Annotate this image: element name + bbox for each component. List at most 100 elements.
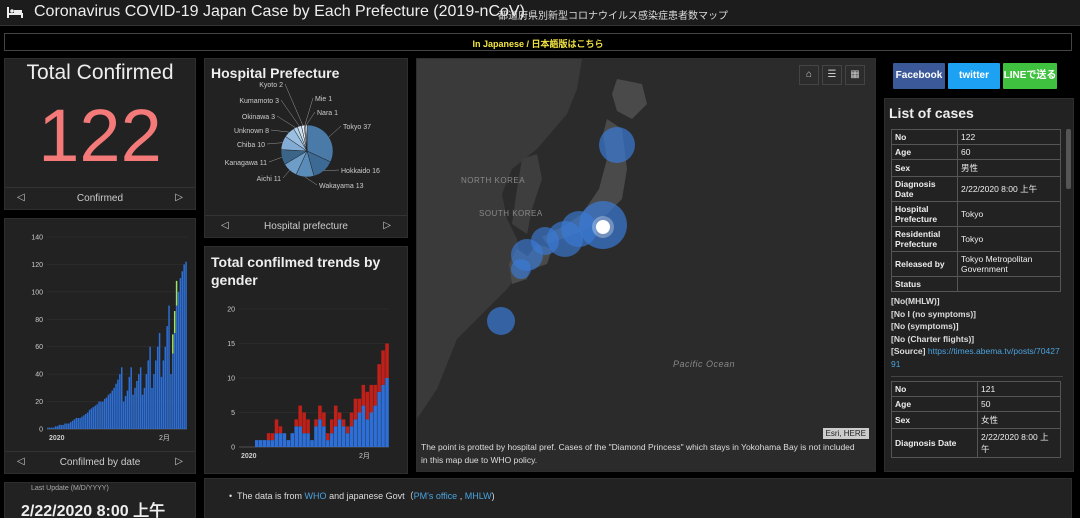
bar[interactable] <box>113 387 115 429</box>
bar[interactable] <box>341 419 346 427</box>
bar[interactable] <box>132 394 134 429</box>
bar[interactable] <box>54 426 57 429</box>
bar[interactable] <box>75 418 78 429</box>
bar[interactable] <box>326 433 330 441</box>
bar[interactable] <box>258 440 263 447</box>
bar[interactable] <box>329 433 334 447</box>
bar[interactable] <box>73 419 76 429</box>
bar[interactable] <box>298 405 302 427</box>
bar[interactable] <box>361 405 366 447</box>
bar[interactable] <box>64 423 66 429</box>
bar[interactable] <box>294 426 299 447</box>
bar[interactable] <box>357 398 362 413</box>
facebook-share-button[interactable]: Facebook <box>893 63 945 89</box>
bar[interactable] <box>52 427 55 429</box>
bar[interactable] <box>183 264 185 429</box>
bar[interactable] <box>274 419 279 434</box>
bar[interactable] <box>266 440 271 447</box>
scrollbar-thumb[interactable] <box>1066 129 1071 189</box>
bar[interactable] <box>302 433 306 447</box>
bar[interactable] <box>349 412 354 427</box>
bar[interactable] <box>156 346 159 429</box>
bar[interactable] <box>134 387 136 429</box>
bar[interactable] <box>385 343 389 379</box>
bar[interactable] <box>86 412 89 429</box>
bar[interactable] <box>185 261 187 429</box>
bar[interactable] <box>92 407 95 429</box>
bar[interactable] <box>318 419 322 447</box>
bar[interactable] <box>254 440 259 447</box>
bar[interactable] <box>278 433 283 447</box>
bar[interactable] <box>128 376 131 429</box>
bar[interactable] <box>333 405 338 427</box>
bar[interactable] <box>274 433 279 447</box>
bar[interactable] <box>322 412 326 427</box>
bar[interactable] <box>353 398 358 420</box>
bar[interactable] <box>175 305 178 429</box>
bar[interactable] <box>314 419 318 427</box>
bar[interactable] <box>270 433 275 441</box>
bar[interactable] <box>147 360 149 429</box>
bar[interactable] <box>117 379 119 429</box>
bar[interactable] <box>88 409 91 429</box>
next-arrow-icon[interactable]: ▷ <box>175 192 183 203</box>
bar[interactable] <box>141 394 144 429</box>
bar[interactable] <box>298 426 302 447</box>
twitter-share-button[interactable]: twitter <box>948 63 1000 89</box>
bar[interactable] <box>345 433 350 447</box>
bar[interactable] <box>126 390 129 429</box>
bar[interactable] <box>170 374 172 429</box>
bar[interactable] <box>173 311 176 333</box>
bar[interactable] <box>153 374 155 429</box>
case-list-scroll[interactable]: No 122 Age 60 Sex 男性 Diagnosis Date 2/22/2020 8… <box>891 129 1063 458</box>
bar[interactable] <box>81 416 83 429</box>
next-arrow-icon[interactable]: ▷ <box>175 456 183 467</box>
bar[interactable] <box>381 350 385 385</box>
bar[interactable] <box>115 383 117 429</box>
bar[interactable] <box>353 419 358 447</box>
bar[interactable] <box>130 367 132 429</box>
bar[interactable] <box>66 423 68 429</box>
bar[interactable] <box>181 271 184 429</box>
bar[interactable] <box>162 360 165 429</box>
bar[interactable] <box>306 419 310 434</box>
bar[interactable] <box>98 401 100 429</box>
bar[interactable] <box>173 333 176 429</box>
bar[interactable] <box>71 420 74 429</box>
qr-code-icon[interactable]: ▦ <box>845 65 865 85</box>
bar[interactable] <box>365 419 370 447</box>
bar[interactable] <box>337 419 342 447</box>
bar[interactable] <box>377 364 381 392</box>
next-arrow-icon[interactable]: ▷ <box>383 220 391 231</box>
bar[interactable] <box>145 374 148 429</box>
bar[interactable] <box>149 346 151 429</box>
bar[interactable] <box>310 440 314 447</box>
bar[interactable] <box>105 397 108 429</box>
who-link[interactable]: WHO <box>305 491 327 501</box>
bar[interactable] <box>119 374 121 429</box>
bar[interactable] <box>377 391 381 447</box>
bar[interactable] <box>158 333 161 429</box>
bar[interactable] <box>77 418 79 429</box>
bar[interactable] <box>357 412 362 448</box>
pm-office-link[interactable]: PM's office <box>414 491 458 501</box>
japan-map[interactable] <box>417 59 875 419</box>
bar[interactable] <box>294 419 299 427</box>
bar[interactable] <box>373 384 377 406</box>
bar[interactable] <box>79 418 81 429</box>
bar[interactable] <box>47 427 49 429</box>
bar[interactable] <box>109 393 112 429</box>
bar[interactable] <box>278 426 283 434</box>
bar[interactable] <box>122 401 125 429</box>
bar[interactable] <box>136 381 138 429</box>
bar[interactable] <box>349 426 354 447</box>
bar[interactable] <box>341 426 346 447</box>
bar[interactable] <box>69 422 72 429</box>
mhlw-link[interactable]: MHLW <box>465 491 492 501</box>
bar[interactable] <box>103 398 106 429</box>
bar[interactable] <box>94 405 96 429</box>
bar[interactable] <box>90 408 93 429</box>
bar[interactable] <box>155 360 157 429</box>
bar[interactable] <box>62 424 64 429</box>
bar[interactable] <box>345 426 350 434</box>
